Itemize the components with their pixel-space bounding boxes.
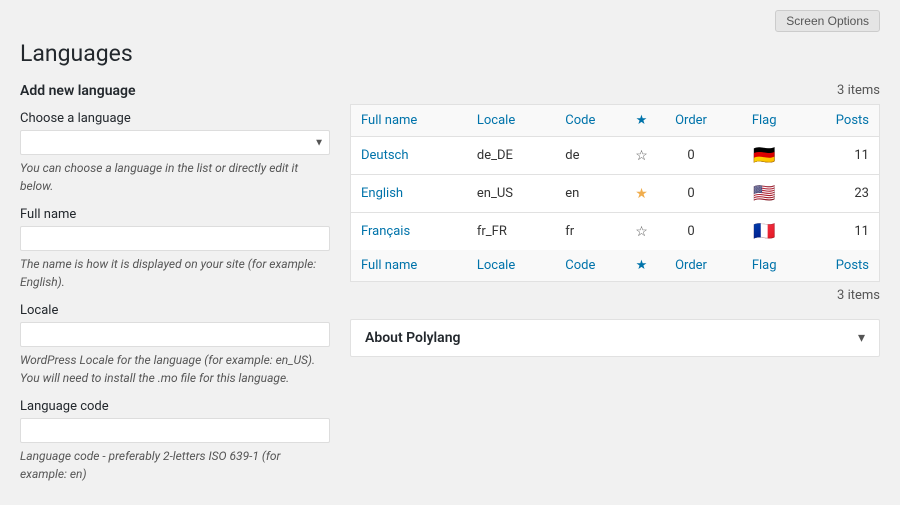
cell-star[interactable]: ★ xyxy=(631,175,652,213)
col-header-posts[interactable]: Posts xyxy=(798,105,879,137)
about-polylang-header[interactable]: About Polylang ▾ xyxy=(351,320,879,356)
table-row: Français fr_FR fr ☆ 0 🇫🇷 11 xyxy=(351,213,880,251)
fullname-sort-link[interactable]: Full name xyxy=(361,113,417,128)
flag-icon: 🇺🇸 xyxy=(753,183,775,204)
locale-hint: WordPress Locale for the language (for e… xyxy=(20,351,330,387)
cell-code: en xyxy=(555,175,631,213)
about-polylang-title: About Polylang xyxy=(365,330,460,346)
col-header-fullname[interactable]: Full name xyxy=(351,105,467,137)
choose-language-select[interactable] xyxy=(20,130,330,155)
cell-fullname[interactable]: English xyxy=(351,175,467,213)
cell-order: 0 xyxy=(652,213,731,251)
code-footer-sort-link[interactable]: Code xyxy=(565,258,595,273)
cell-flag: 🇩🇪 xyxy=(730,137,798,175)
chevron-down-icon: ▾ xyxy=(858,330,865,346)
star-icon[interactable]: ☆ xyxy=(635,224,648,240)
col-footer-locale[interactable]: Locale xyxy=(467,250,555,282)
cell-star[interactable]: ☆ xyxy=(631,137,652,175)
table-footer-row: Full name Locale Code ★ Order Flag xyxy=(351,250,880,282)
left-panel: Add new language Choose a language ▼ You… xyxy=(20,83,330,495)
language-name-link[interactable]: Français xyxy=(361,224,410,239)
language-code-input[interactable] xyxy=(20,418,330,443)
cell-flag: 🇺🇸 xyxy=(730,175,798,213)
cell-locale: en_US xyxy=(467,175,555,213)
table-row: Deutsch de_DE de ☆ 0 🇩🇪 11 xyxy=(351,137,880,175)
choose-language-hint: You can choose a language in the list or… xyxy=(20,159,330,195)
languages-table: Full name Locale Code ★ Order Flag xyxy=(350,104,880,282)
items-count-bottom: 3 items xyxy=(350,288,880,303)
order-footer-sort-link[interactable]: Order xyxy=(675,258,707,273)
locale-label: Locale xyxy=(20,303,330,318)
add-new-language-title: Add new language xyxy=(20,83,330,99)
full-name-group: Full name The name is how it is displaye… xyxy=(20,207,330,291)
order-sort-link[interactable]: Order xyxy=(675,113,707,128)
cell-fullname[interactable]: Deutsch xyxy=(351,137,467,175)
cell-flag: 🇫🇷 xyxy=(730,213,798,251)
col-header-order[interactable]: Order xyxy=(652,105,731,137)
posts-footer-sort-link[interactable]: Posts xyxy=(836,258,869,273)
col-header-locale[interactable]: Locale xyxy=(467,105,555,137)
cell-order: 0 xyxy=(652,175,731,213)
full-name-hint: The name is how it is displayed on your … xyxy=(20,255,330,291)
page-title: Languages xyxy=(20,40,880,67)
full-name-input[interactable] xyxy=(20,226,330,251)
star-icon[interactable]: ★ xyxy=(635,186,648,202)
table-header-row: Full name Locale Code ★ Order Flag xyxy=(351,105,880,137)
locale-input[interactable] xyxy=(20,322,330,347)
right-panel: 3 items Full name Locale Code ★ xyxy=(350,83,880,357)
col-footer-code[interactable]: Code xyxy=(555,250,631,282)
cell-locale: de_DE xyxy=(467,137,555,175)
fullname-footer-sort-link[interactable]: Full name xyxy=(361,258,417,273)
full-name-label: Full name xyxy=(20,207,330,222)
code-sort-link[interactable]: Code xyxy=(565,113,595,128)
cell-code: fr xyxy=(555,213,631,251)
language-code-hint: Language code - preferably 2-letters ISO… xyxy=(20,447,330,483)
choose-language-label: Choose a language xyxy=(20,111,330,126)
language-code-group: Language code Language code - preferably… xyxy=(20,399,330,483)
items-count-top: 3 items xyxy=(350,83,880,98)
flag-icon: 🇫🇷 xyxy=(753,221,775,242)
col-footer-order[interactable]: Order xyxy=(652,250,731,282)
col-header-flag: Flag xyxy=(730,105,798,137)
choose-language-group: Choose a language ▼ You can choose a lan… xyxy=(20,111,330,195)
locale-footer-sort-link[interactable]: Locale xyxy=(477,258,515,273)
cell-posts: 23 xyxy=(798,175,879,213)
flag-icon: 🇩🇪 xyxy=(753,145,775,166)
language-code-label: Language code xyxy=(20,399,330,414)
cell-locale: fr_FR xyxy=(467,213,555,251)
locale-sort-link[interactable]: Locale xyxy=(477,113,515,128)
star-icon[interactable]: ☆ xyxy=(635,148,648,164)
locale-group: Locale WordPress Locale for the language… xyxy=(20,303,330,387)
cell-fullname[interactable]: Français xyxy=(351,213,467,251)
cell-posts: 11 xyxy=(798,213,879,251)
language-name-link[interactable]: English xyxy=(361,186,403,201)
about-polylang-section: About Polylang ▾ xyxy=(350,319,880,357)
col-header-star: ★ xyxy=(631,105,652,137)
table-row: English en_US en ★ 0 🇺🇸 23 xyxy=(351,175,880,213)
col-footer-star: ★ xyxy=(631,250,652,282)
posts-sort-link[interactable]: Posts xyxy=(836,113,869,128)
cell-order: 0 xyxy=(652,137,731,175)
language-name-link[interactable]: Deutsch xyxy=(361,148,409,163)
screen-options-button[interactable]: Screen Options xyxy=(775,10,880,32)
cell-posts: 11 xyxy=(798,137,879,175)
cell-star[interactable]: ☆ xyxy=(631,213,652,251)
col-footer-posts[interactable]: Posts xyxy=(798,250,879,282)
col-footer-flag: Flag xyxy=(730,250,798,282)
cell-code: de xyxy=(555,137,631,175)
col-footer-fullname[interactable]: Full name xyxy=(351,250,467,282)
col-header-code[interactable]: Code xyxy=(555,105,631,137)
